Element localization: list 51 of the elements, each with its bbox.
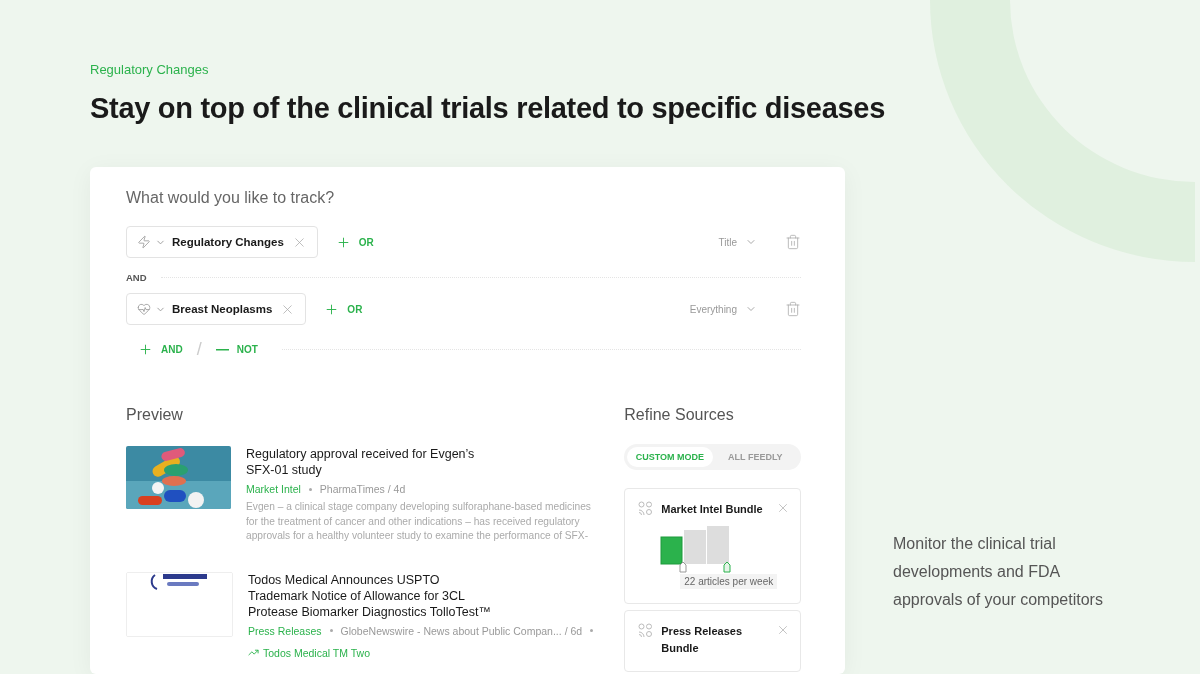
trash-icon <box>785 301 801 317</box>
volume-text: 22 articles per week <box>680 574 778 589</box>
source-text: PharmaTimes / 4d <box>319 482 406 497</box>
mode-tab[interactable]: ALL FEEDLY <box>712 447 798 467</box>
section-title: Refine Sources <box>624 406 735 424</box>
bundle-name: Press Releases Bundle <box>661 624 743 656</box>
keyword-chip[interactable]: Regulatory Changes <box>126 226 318 258</box>
delete-button[interactable] <box>785 234 801 250</box>
article-summary: Evgen – a clinical stage company developing sulforaphane-based medicines for the treatment of cancer and other indications – has received regulatory approvals for a healthy volunteer study to examine the performance of SFX- <box>246 500 592 543</box>
bundle-icon <box>638 623 654 638</box>
scope-dropdown[interactable]: Title <box>718 236 757 248</box>
bundle-name: Market Intel Bundle <box>661 502 764 517</box>
source-text: GlobeNewswire - News about Public Compan... / 6d <box>340 623 583 639</box>
feature-note: Monitor the clinical trial developments and FDA approvals of your competitors <box>893 534 1104 610</box>
bundle-icon <box>638 501 654 516</box>
add-or-button[interactable]: OR <box>318 301 369 317</box>
scope-dropdown[interactable]: Everything <box>689 303 757 315</box>
plus-icon <box>335 234 351 250</box>
headline: Stay on top of the clinical trials related to specific diseases <box>90 91 885 126</box>
bundle-card[interactable]: Market Intel Bundle 22 articles per week <box>624 488 801 604</box>
chip-label: Breast Neoplasms <box>172 303 273 315</box>
trend-icon <box>248 647 259 658</box>
section-title: Preview <box>126 406 184 424</box>
dot-icon <box>590 629 594 632</box>
feed-link[interactable]: Press Releases <box>248 622 322 639</box>
plus-icon <box>324 301 340 317</box>
article-title[interactable]: Todos Medical Announces USPTO Trademark Notice of Allowance for 3CL Protease Biomarker Diagnostics TolloTest™ <box>248 571 498 620</box>
close-icon[interactable] <box>776 623 790 637</box>
trend-label: Todos Medical TM Two <box>248 644 370 661</box>
prompt-text: What would you like to track? <box>126 189 336 207</box>
article-title[interactable]: Regulatory approval received for Evgen’s SFX-01 study <box>246 446 496 478</box>
separator-text: / <box>196 339 202 360</box>
delete-button[interactable] <box>785 301 801 317</box>
mode-tab[interactable]: CUSTOM MODE <box>627 447 713 467</box>
eyebrow-label: Regulatory Changes <box>90 62 210 77</box>
dot-icon <box>329 629 333 632</box>
trash-icon <box>785 234 801 250</box>
add-or-button[interactable]: OR <box>329 234 380 250</box>
feed-link[interactable]: Market Intel <box>246 481 301 497</box>
bolt-icon <box>137 235 151 249</box>
add-not-button[interactable]: NOT <box>209 344 264 355</box>
heart-pulse-icon <box>137 302 151 316</box>
keyword-chip[interactable]: Breast Neoplasms <box>126 293 307 325</box>
close-icon[interactable] <box>776 501 790 515</box>
add-and-button[interactable]: AND <box>132 342 189 357</box>
chip-label: Regulatory Changes <box>172 236 284 248</box>
plus-icon <box>138 342 153 357</box>
bundle-card[interactable]: Press Releases Bundle <box>624 610 801 672</box>
join-label: AND <box>126 272 147 283</box>
minus-icon <box>215 348 229 351</box>
dot-icon <box>308 487 312 491</box>
